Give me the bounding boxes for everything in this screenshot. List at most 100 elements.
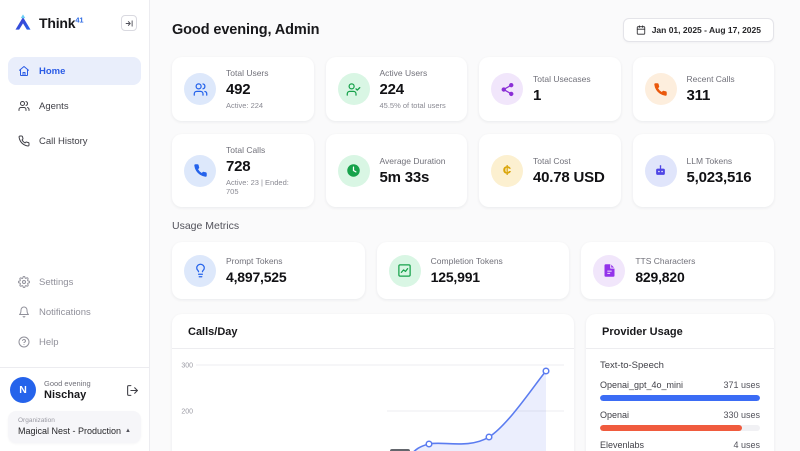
help-icon	[18, 336, 30, 348]
calls-day-panel: Calls/Day 300 200	[172, 314, 574, 451]
sidebar-item-help[interactable]: Help	[8, 329, 141, 355]
provider-usage-panel: Provider Usage Text-to-Speech Openai_gpt…	[586, 314, 774, 451]
sidebar-item-label: Settings	[39, 277, 73, 288]
cent-icon: ¢	[503, 162, 511, 179]
logo-row: Think41	[0, 0, 149, 41]
provider-row: Elevenlabs 4 uses	[600, 440, 760, 451]
stat-card-recent-calls: Recent Calls 311	[633, 57, 775, 121]
logout-icon	[126, 384, 139, 397]
user-check-icon	[346, 82, 361, 97]
usage-card-prompt-tokens: Prompt Tokens 4,897,525	[172, 242, 365, 299]
provider-uses: 4 uses	[733, 440, 760, 450]
primary-nav: Home Agents Call History	[0, 57, 149, 162]
bell-icon	[18, 306, 30, 318]
provider-name: Openai	[600, 410, 629, 420]
stat-value: 311	[687, 87, 735, 104]
provider-row: Openai 330 uses	[600, 410, 760, 431]
provider-bar	[600, 425, 742, 431]
logout-button[interactable]	[126, 384, 139, 397]
usage-card-tts-characters: TTS Characters 829,820	[581, 242, 774, 299]
provider-usage-title: Provider Usage	[586, 314, 774, 349]
stat-label: Active Users	[380, 68, 446, 78]
provider-uses: 371 uses	[723, 380, 760, 390]
organization-value: Magical Nest - Production	[18, 426, 121, 436]
page-title: Good evening, Admin	[172, 22, 319, 38]
sidebar-item-settings[interactable]: Settings	[8, 269, 141, 295]
provider-bar-track	[600, 425, 760, 431]
sidebar-item-home[interactable]: Home	[8, 57, 141, 85]
user-name: Nischay	[44, 389, 91, 401]
stat-label: Average Duration	[380, 156, 446, 166]
user-row: N Good evening Nischay	[0, 368, 149, 411]
tts-section-title: Text-to-Speech	[600, 360, 760, 371]
chart-square-icon	[397, 263, 412, 278]
stat-value: 728	[226, 158, 302, 175]
stat-value: 492	[226, 81, 269, 98]
sidebar-item-label: Home	[39, 66, 65, 77]
file-icon	[602, 263, 617, 278]
provider-name: Elevenlabs	[600, 440, 644, 450]
lightbulb-icon	[193, 263, 208, 278]
stat-label: Total Cost	[533, 156, 605, 166]
provider-uses: 330 uses	[723, 410, 760, 420]
calls-day-title: Calls/Day	[172, 314, 574, 349]
stat-label: LLM Tokens	[687, 156, 752, 166]
calendar-icon	[636, 25, 646, 35]
stat-card-active-users: Active Users 224 45.5% of total users	[326, 57, 468, 121]
stat-value: 1	[533, 87, 591, 104]
sidebar-item-label: Call History	[39, 136, 88, 147]
stat-sub: Active: 23 | Ended: 705	[226, 178, 302, 196]
stat-value: 224	[380, 81, 446, 98]
gear-icon	[18, 276, 30, 288]
sidebar-item-agents[interactable]: Agents	[8, 92, 141, 120]
stat-card-total-usecases: Total Usecases 1	[479, 57, 621, 121]
bot-icon	[653, 163, 668, 178]
sidebar-collapse-button[interactable]	[121, 15, 137, 31]
arrow-to-bar-icon	[125, 19, 134, 28]
stat-value: 5,023,516	[687, 169, 752, 186]
avatar: N	[10, 377, 36, 403]
agents-icon	[18, 100, 30, 112]
sidebar-spacer	[0, 162, 149, 269]
sidebar-item-call-history[interactable]: Call History	[8, 127, 141, 155]
stats-row-1: Total Users 492 Active: 224 Active Users…	[172, 57, 774, 121]
stat-label: Total Calls	[226, 145, 302, 155]
caret-up-icon: ▲	[125, 428, 131, 434]
secondary-nav: Settings Notifications Help	[0, 269, 149, 359]
clock-icon	[346, 163, 361, 178]
users-icon	[193, 82, 208, 97]
phone-icon	[653, 82, 668, 97]
stat-card-total-calls: Total Calls 728 Active: 23 | Ended: 705	[172, 134, 314, 207]
usage-card-completion-tokens: Completion Tokens 125,991	[377, 242, 570, 299]
provider-bar	[600, 395, 760, 401]
sidebar-item-label: Notifications	[39, 307, 91, 318]
sidebar-item-label: Agents	[39, 101, 69, 112]
stat-sub: 45.5% of total users	[380, 101, 446, 110]
phone-icon	[193, 163, 208, 178]
brand-sup: 41	[75, 15, 83, 24]
svg-text:200: 200	[181, 409, 193, 416]
stat-label: Recent Calls	[687, 74, 735, 84]
stat-label: Total Usecases	[533, 74, 591, 84]
stats-row-2: Total Calls 728 Active: 23 | Ended: 705 …	[172, 134, 774, 207]
svg-text:300: 300	[181, 363, 193, 370]
brand-name: Think41	[39, 15, 83, 31]
sidebar-item-notifications[interactable]: Notifications	[8, 299, 141, 325]
main-content: Good evening, Admin Jan 01, 2025 - Aug 1…	[150, 0, 800, 451]
usage-metrics-title: Usage Metrics	[172, 220, 774, 232]
provider-name: Openai_gpt_4o_mini	[600, 380, 683, 390]
stat-card-llm-tokens: LLM Tokens 5,023,516	[633, 134, 775, 207]
sidebar: Think41 Home Agents Call History	[0, 0, 150, 451]
stat-label: Total Users	[226, 68, 269, 78]
calls-day-chart[interactable]: 300 200	[172, 349, 574, 451]
user-greeting: Good evening	[44, 379, 91, 388]
stat-sub: Active: 224	[226, 101, 269, 110]
organization-selector[interactable]: Organization Magical Nest - Production ▲	[8, 411, 141, 443]
home-icon	[18, 65, 30, 77]
usecases-icon	[500, 82, 515, 97]
sidebar-item-label: Help	[39, 337, 59, 348]
stat-card-total-cost: ¢ Total Cost 40.78 USD	[479, 134, 621, 207]
date-range-button[interactable]: Jan 01, 2025 - Aug 17, 2025	[623, 18, 774, 42]
stat-label: Prompt Tokens	[226, 256, 286, 266]
provider-bar-track	[600, 395, 760, 401]
